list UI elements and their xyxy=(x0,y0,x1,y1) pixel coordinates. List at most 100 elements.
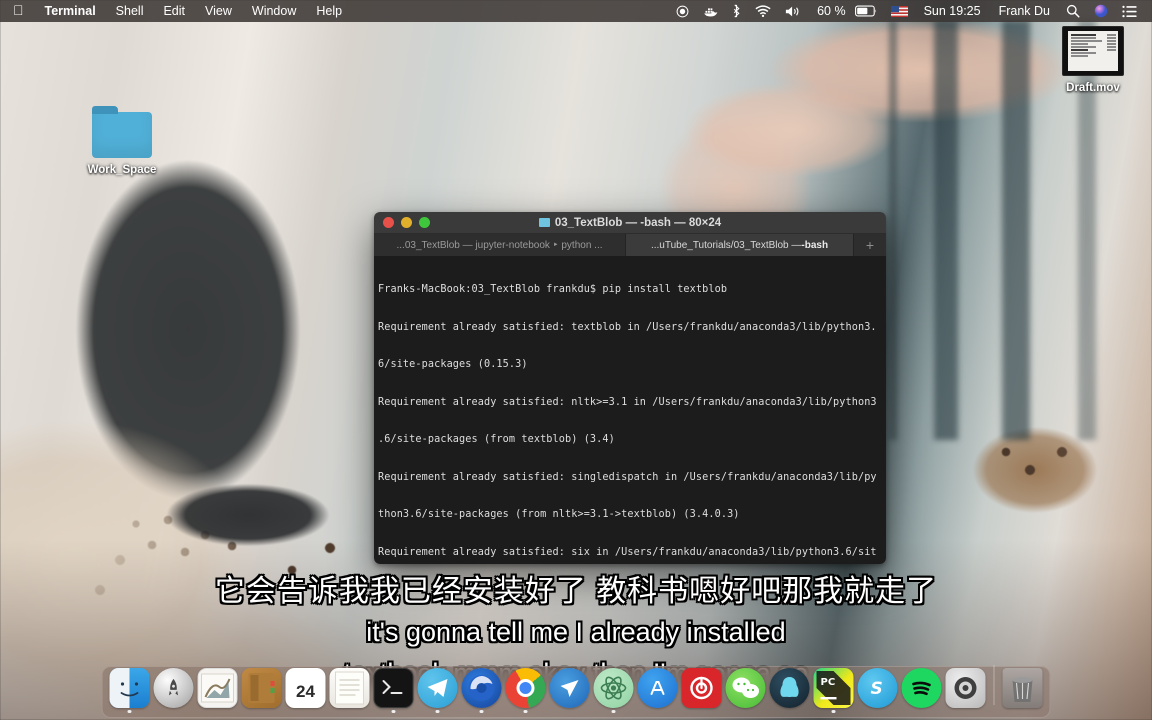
folder-icon xyxy=(539,218,550,227)
dock-item-paper[interactable] xyxy=(549,668,591,714)
clock[interactable]: Sun 19:25 xyxy=(915,4,990,18)
minimize-button[interactable] xyxy=(401,217,412,228)
dock-item-contacts[interactable] xyxy=(241,668,283,714)
tab-bash[interactable]: ...uTube_Tutorials/03_TextBlob — -bash xyxy=(626,234,854,256)
terminal-line: Requirement already satisfied: nltk>=3.1… xyxy=(378,397,882,410)
tab-label-shell: -bash xyxy=(801,240,828,251)
dock-item-atom[interactable] xyxy=(593,668,635,714)
running-indicator xyxy=(1021,710,1025,714)
terminal-line: Requirement already satisfied: textblob … xyxy=(378,322,882,335)
dock-item-finder[interactable] xyxy=(109,668,151,714)
running-indicator xyxy=(304,710,308,714)
chrome-icon xyxy=(506,668,546,708)
window-controls xyxy=(374,217,430,228)
folder-icon xyxy=(92,112,152,158)
launchpad-icon xyxy=(154,668,194,708)
terminal-output[interactable]: Franks-MacBook:03_TextBlob frankdu$ pip … xyxy=(374,256,886,564)
running-indicator xyxy=(832,710,836,714)
pycharm-icon: PC xyxy=(814,668,854,708)
menu-item-help[interactable]: Help xyxy=(306,0,352,22)
wifi-icon[interactable] xyxy=(748,0,778,22)
battery-percent-label[interactable]: 60 % xyxy=(808,4,855,18)
running-indicator xyxy=(348,710,352,714)
tab-jupyter-notebook[interactable]: ...03_TextBlob — jupyter-notebook ‣ pyth… xyxy=(374,234,626,256)
firefox-icon xyxy=(462,668,502,708)
running-indicator xyxy=(568,710,572,714)
mail-icon xyxy=(198,668,238,708)
dock-separator xyxy=(994,665,995,705)
us-flag-icon[interactable] xyxy=(884,0,915,22)
terminal-title: 03_TextBlob — -bash — 80×24 xyxy=(555,217,721,229)
dock-item-skype[interactable]: S xyxy=(857,668,899,714)
dock-item-wechat[interactable] xyxy=(725,668,767,714)
dock-item-system-preferences[interactable] xyxy=(945,668,987,714)
running-indicator xyxy=(920,710,924,714)
movie-thumbnail-icon xyxy=(1062,26,1124,76)
dock-item-telegram[interactable] xyxy=(417,668,459,714)
dock-item-netease-music[interactable] xyxy=(681,668,723,714)
running-indicator xyxy=(524,710,528,714)
terminal-line: Franks-MacBook:03_TextBlob frankdu$ pip … xyxy=(378,284,882,297)
search-icon[interactable] xyxy=(1059,0,1087,22)
netease-music-icon xyxy=(682,668,722,708)
desktop-icon-draft-mov[interactable]: Draft.mov xyxy=(1043,26,1143,96)
dock-item-qq[interactable] xyxy=(769,668,811,714)
volume-icon[interactable] xyxy=(778,0,808,22)
dock-item-notes[interactable] xyxy=(329,668,371,714)
running-indicator xyxy=(700,710,704,714)
dock-item-mail[interactable] xyxy=(197,668,239,714)
running-indicator xyxy=(260,710,264,714)
desktop-icon-work-space[interactable]: Work_Space xyxy=(72,112,172,178)
siri-icon[interactable] xyxy=(1087,0,1115,22)
dock-item-chrome[interactable] xyxy=(505,668,547,714)
running-indicator xyxy=(436,710,440,714)
spotify-icon xyxy=(902,668,942,708)
dock-item-firefox[interactable] xyxy=(461,668,503,714)
running-indicator xyxy=(128,710,132,714)
dock-item-app-store[interactable] xyxy=(637,668,679,714)
trash-icon xyxy=(1003,668,1043,708)
new-tab-button[interactable]: + xyxy=(854,234,886,256)
contacts-icon xyxy=(242,668,282,708)
dock-item-trash[interactable] xyxy=(1002,668,1044,714)
terminal-tab-bar: ...03_TextBlob — jupyter-notebook ‣ pyth… xyxy=(374,234,886,256)
app-store-icon xyxy=(638,668,678,708)
menu-item-view[interactable]: View xyxy=(195,0,242,22)
dock: 24 xyxy=(102,666,1051,718)
atom-icon xyxy=(594,668,634,708)
running-indicator xyxy=(744,710,748,714)
notes-icon xyxy=(330,668,370,708)
zoom-button[interactable] xyxy=(419,217,430,228)
docker-icon[interactable] xyxy=(696,0,725,22)
terminal-titlebar[interactable]: 03_TextBlob — -bash — 80×24 xyxy=(374,212,886,234)
control-center-icon[interactable] xyxy=(1115,0,1144,22)
menu-bar-status-area: 60 % Sun 19:25 Frank Du xyxy=(669,0,1152,22)
dock-item-calendar[interactable]: 24 xyxy=(285,668,327,714)
apple-logo-icon[interactable]:  xyxy=(0,0,35,22)
battery-icon[interactable] xyxy=(855,0,884,22)
user-menu[interactable]: Frank Du xyxy=(990,4,1059,18)
terminal-line: Requirement already satisfied: singledis… xyxy=(378,472,882,485)
terminal-icon xyxy=(374,668,414,708)
menu-item-edit[interactable]: Edit xyxy=(153,0,195,22)
screen-record-icon[interactable] xyxy=(669,0,696,22)
bluetooth-icon[interactable] xyxy=(725,0,748,22)
terminal-line: Requirement already satisfied: six in /U… xyxy=(378,547,882,560)
dock-item-pycharm[interactable]: PC xyxy=(813,668,855,714)
terminal-window[interactable]: 03_TextBlob — -bash — 80×24 ...03_TextBl… xyxy=(374,212,886,564)
close-button[interactable] xyxy=(383,217,394,228)
svg-text:S: S xyxy=(871,679,883,699)
dock-item-terminal[interactable] xyxy=(373,668,415,714)
menu-item-terminal[interactable]: Terminal xyxy=(35,0,106,22)
dock-item-launchpad[interactable] xyxy=(153,668,195,714)
dock-item-spotify[interactable] xyxy=(901,668,943,714)
terminal-line: thon3.6/site-packages (from nltk>=3.1->t… xyxy=(378,509,882,522)
running-indicator xyxy=(480,710,484,714)
menu-item-window[interactable]: Window xyxy=(242,0,306,22)
running-indicator xyxy=(172,710,176,714)
calendar-icon: 24 xyxy=(286,668,326,708)
system-preferences-icon xyxy=(946,668,986,708)
running-indicator xyxy=(216,710,220,714)
running-indicator xyxy=(876,710,880,714)
menu-item-shell[interactable]: Shell xyxy=(106,0,154,22)
